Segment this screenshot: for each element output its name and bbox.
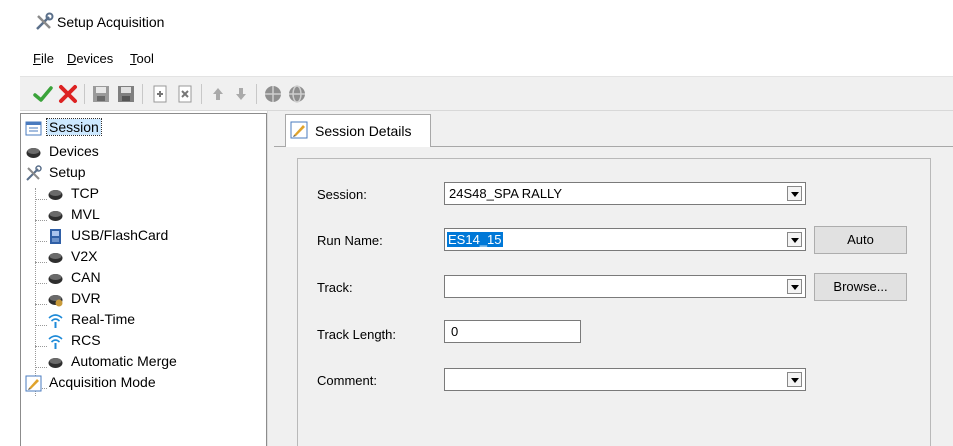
toolbar-separator (84, 84, 85, 104)
tree-item-v2x[interactable]: V2X (47, 247, 247, 267)
tree-item-mvl[interactable]: MVL (47, 205, 247, 225)
chevron-down-icon[interactable] (787, 279, 802, 294)
tree-guide-line (35, 346, 47, 347)
toolbar-separator (201, 84, 202, 104)
tree-item-devices[interactable]: Devices (25, 142, 225, 162)
track-length-input[interactable]: 0 (444, 320, 581, 343)
tree-guide-line (35, 241, 47, 242)
tools-icon (26, 165, 42, 181)
device-icon (48, 274, 63, 284)
track-length-label: Track Length: (317, 327, 397, 342)
toolbar-separator (256, 84, 257, 104)
toolbar-separator (142, 84, 143, 104)
check-icon[interactable] (32, 83, 54, 105)
auto-button[interactable]: Auto (814, 226, 907, 254)
tree-item-acquisition-mode[interactable]: Acquisition Mode (25, 373, 245, 393)
tree-item-usb-flashcard[interactable]: USB/FlashCard (47, 226, 247, 246)
run-name-combobox[interactable]: ES14_15 (444, 228, 806, 251)
comment-combobox[interactable] (444, 368, 806, 391)
x-icon[interactable] (57, 83, 79, 105)
save-icon[interactable] (90, 83, 112, 105)
run-name-label: Run Name: (317, 233, 383, 248)
save-as-icon[interactable] (115, 83, 137, 105)
device-icon (48, 190, 63, 200)
tree-item-automatic-merge[interactable]: Automatic Merge (47, 352, 247, 372)
comment-label: Comment: (317, 373, 377, 388)
menu-devices[interactable]: Devices (67, 51, 113, 66)
tree-guide-line (35, 325, 47, 326)
tree-item-rcs[interactable]: RCS (47, 331, 247, 351)
tree-guide-line (35, 367, 47, 368)
tree-guide-line (35, 283, 47, 284)
chevron-down-icon[interactable] (787, 186, 802, 201)
toolbar (20, 76, 953, 111)
down-arrow-icon[interactable] (230, 83, 252, 105)
edit-icon (290, 121, 308, 139)
up-arrow-icon[interactable] (207, 83, 229, 105)
tree-guide-line (35, 220, 47, 221)
add-icon[interactable] (149, 83, 171, 105)
browse-button[interactable]: Browse... (814, 273, 907, 301)
globe-alt-icon[interactable] (286, 83, 308, 105)
tree-item-tcp[interactable]: TCP (47, 184, 247, 204)
dvr-icon (48, 295, 63, 307)
menu-bar: File Devices Tool (20, 48, 953, 72)
tree-item-can[interactable]: CAN (47, 268, 247, 288)
menu-file[interactable]: File (33, 51, 54, 66)
tree-item-real-time[interactable]: Real-Time (47, 310, 247, 330)
title-bar: Setup Acquisition (0, 0, 953, 44)
wifi-icon (48, 314, 63, 328)
track-combobox[interactable] (444, 275, 806, 298)
menu-tool[interactable]: Tool (130, 51, 154, 66)
device-icon (48, 211, 63, 221)
session-icon (25, 121, 42, 136)
splitter[interactable] (267, 111, 274, 446)
wifi-icon (48, 335, 63, 349)
globe-icon[interactable] (262, 83, 284, 105)
tree-item-session[interactable]: Session (25, 118, 265, 138)
flashcard-icon (50, 229, 61, 244)
tree-view[interactable]: Session Devices Setup TCP MVL USB/FlashC… (20, 113, 267, 446)
session-combobox[interactable]: 24S48_SPA RALLY (444, 182, 806, 205)
chevron-down-icon[interactable] (787, 232, 802, 247)
chevron-down-icon[interactable] (787, 372, 802, 387)
track-label: Track: (317, 280, 353, 295)
session-label: Session: (317, 187, 367, 202)
tree-item-setup[interactable]: Setup (25, 163, 225, 183)
device-icon (48, 253, 63, 263)
tree-guide-line (35, 304, 47, 305)
tree-item-dvr[interactable]: DVR (47, 289, 247, 309)
tab-session-details[interactable]: Session Details (285, 114, 431, 147)
remove-icon[interactable] (174, 83, 196, 105)
device-icon (48, 358, 63, 368)
tools-icon (36, 12, 54, 30)
device-icon (26, 148, 41, 158)
tree-guide-line (35, 262, 47, 263)
window-title: Setup Acquisition (57, 14, 165, 30)
edit-icon (25, 375, 42, 392)
tree-guide-line (35, 199, 47, 200)
